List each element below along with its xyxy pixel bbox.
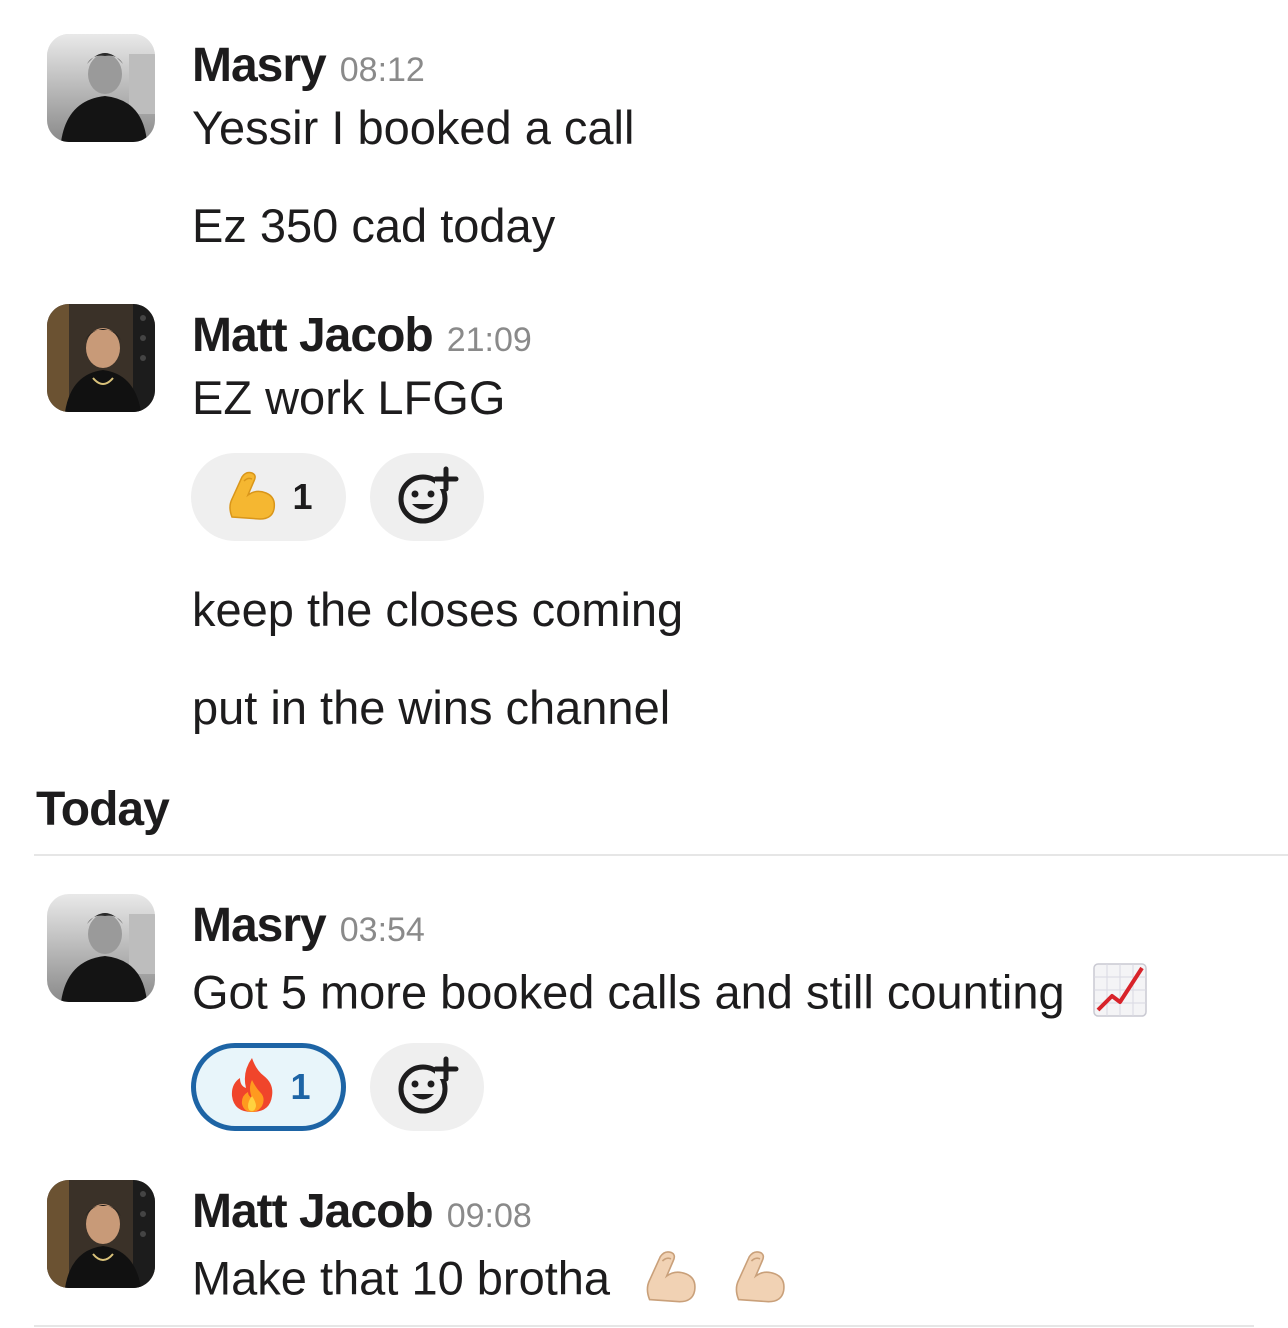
message-text-content: Make that 10 brotha [192,1251,611,1305]
message-text: keep the closes coming [192,583,684,636]
chart-increasing-icon [1092,960,1148,1032]
avatar-matt-jacob[interactable] [47,1180,155,1288]
message-text: Yessir I booked a call [192,101,635,154]
day-divider-label: Today [36,783,170,836]
message-header: Masry 03:54 [192,898,425,953]
flexed-biceps-light-icon [641,1246,701,1318]
message-text: Ez 350 cad today [192,199,556,252]
timestamp[interactable]: 21:09 [447,321,532,360]
fire-icon [226,1056,278,1119]
message-text: Make that 10 brotha [192,1246,790,1318]
avatar-masry[interactable] [47,894,155,1002]
reaction-count: 1 [292,476,313,517]
author-name[interactable]: Masry [192,38,327,93]
reaction-flexed-biceps[interactable]: 1 [191,453,346,541]
bottom-divider-line [34,1325,1254,1327]
flexed-biceps-light-icon [730,1246,790,1318]
author-name[interactable]: Matt Jacob [192,308,434,363]
message-text: EZ work LFGG [192,371,506,424]
message-header: Matt Jacob 21:09 [192,308,532,363]
message-text-content: Got 5 more booked calls and still counti… [192,965,1065,1019]
message-text: put in the wins channel [192,681,671,734]
message-text: Got 5 more booked calls and still counti… [192,960,1148,1032]
add-emoji-icon [395,1053,459,1122]
add-reaction-button[interactable] [370,1043,484,1131]
timestamp[interactable]: 09:08 [447,1197,532,1236]
author-name[interactable]: Matt Jacob [192,1184,434,1239]
add-emoji-icon [395,463,459,532]
avatar-masry[interactable] [47,34,155,142]
avatar-matt-jacob[interactable] [47,304,155,412]
message-header: Masry 08:12 [192,38,425,93]
reaction-fire[interactable]: 1 [191,1043,346,1131]
timestamp[interactable]: 03:54 [340,911,425,950]
day-divider-line [34,854,1288,856]
flexed-biceps-icon [224,467,280,528]
reaction-count: 1 [290,1066,311,1107]
add-reaction-button[interactable] [370,453,484,541]
message-header: Matt Jacob 09:08 [192,1184,532,1239]
author-name[interactable]: Masry [192,898,327,953]
timestamp[interactable]: 08:12 [340,51,425,90]
